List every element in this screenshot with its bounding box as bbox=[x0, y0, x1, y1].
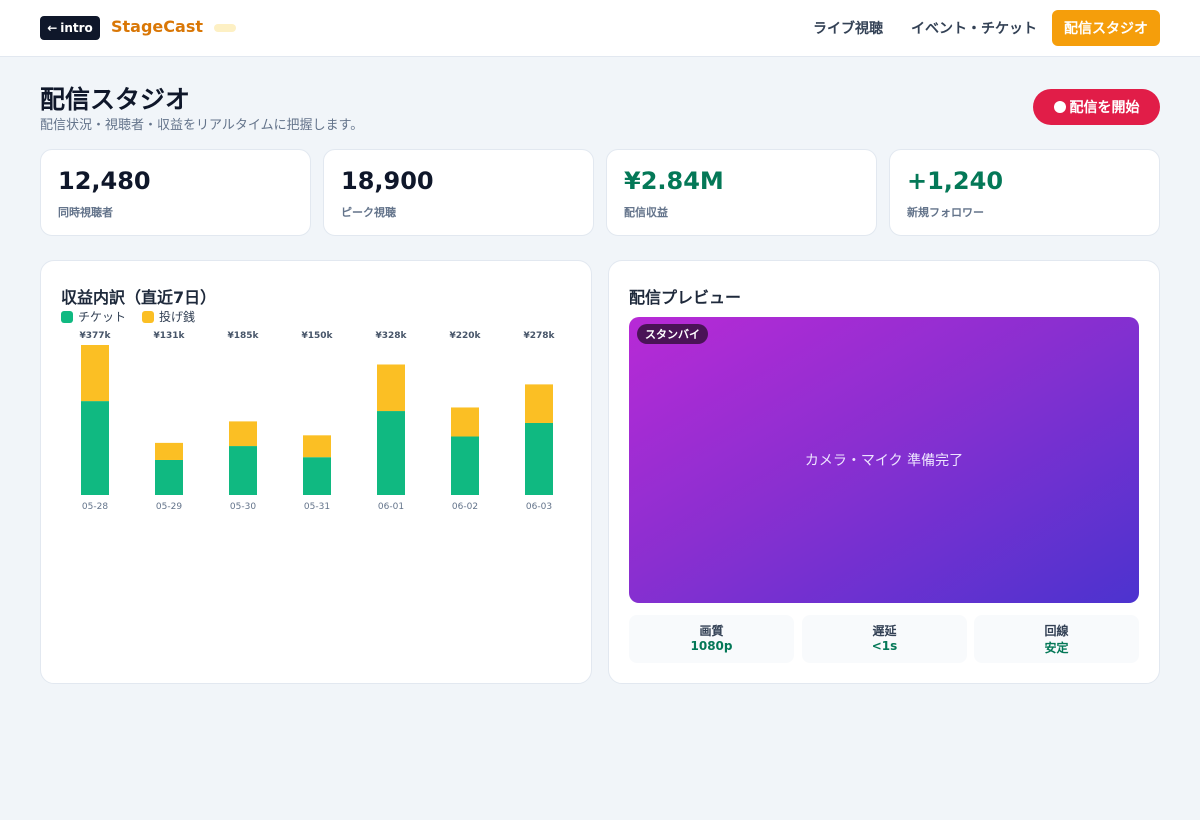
info-value: <1s bbox=[871, 639, 898, 653]
bar-ticket-05-31 bbox=[303, 457, 331, 495]
bar-tip-05-30 bbox=[229, 421, 257, 447]
stat-label: ピーク視聴 bbox=[341, 206, 396, 219]
back-button-label: intro bbox=[60, 21, 93, 35]
start-stream-label: 配信を開始 bbox=[1069, 100, 1140, 116]
bar-tip-06-02 bbox=[451, 407, 479, 437]
back-button[interactable]: ← intro bbox=[40, 16, 100, 40]
x-tick-label: 05-31 bbox=[304, 502, 330, 512]
bar-total-label: ¥131k bbox=[153, 331, 185, 341]
x-tick-label: 05-30 bbox=[230, 502, 256, 512]
bar-tip-05-29 bbox=[155, 442, 183, 460]
preview-status-message: カメラ・マイク 準備完了 bbox=[804, 453, 964, 469]
top-bar: ← intro StageCast ライブ視聴 イベント・チケット 配信スタジオ bbox=[0, 0, 1200, 57]
stat-card-revenue: ¥2.84M 配信収益 bbox=[606, 149, 877, 236]
stat-label: 同時視聴者 bbox=[58, 206, 113, 219]
nav-studio-active[interactable]: 配信スタジオ bbox=[1052, 10, 1160, 46]
bar-tip-06-03 bbox=[525, 384, 553, 423]
info-quality: 画質 1080p bbox=[629, 615, 794, 663]
bar-ticket-06-01 bbox=[377, 411, 405, 495]
bar-ticket-05-28 bbox=[81, 401, 109, 495]
info-connection: 回線 安定 bbox=[974, 615, 1139, 663]
x-tick-label: 05-28 bbox=[82, 502, 108, 512]
standby-badge: スタンバイ bbox=[637, 324, 708, 344]
stat-card-peak-viewers: 18,900 ピーク視聴 bbox=[323, 149, 594, 236]
stat-value: 18,900 bbox=[341, 167, 434, 195]
info-value: 1080p bbox=[690, 639, 733, 653]
stat-card-concurrent-viewers: 12,480 同時視聴者 bbox=[40, 149, 311, 236]
revenue-chart-panel: 収益内訳（直近7日） チケット 投げ銭 ¥377k 05-28 ¥131k 05-29… bbox=[40, 260, 592, 684]
nav-live-viewing[interactable]: ライブ視聴 bbox=[813, 18, 883, 38]
start-stream-button[interactable]: 配信を開始 bbox=[1033, 89, 1160, 125]
info-label: 回線 bbox=[1044, 624, 1069, 638]
bar-total-label: ¥185k bbox=[227, 331, 259, 341]
stat-value: 12,480 bbox=[58, 167, 151, 195]
bar-ticket-06-03 bbox=[525, 422, 553, 495]
record-dot-icon bbox=[1053, 101, 1066, 113]
stream-preview-video[interactable]: スタンバイ カメラ・マイク 準備完了 bbox=[629, 317, 1139, 603]
x-tick-label: 05-29 bbox=[156, 502, 182, 512]
stat-label: 新規フォロワー bbox=[907, 206, 984, 219]
bar-total-label: ¥278k bbox=[523, 331, 555, 341]
x-tick-label: 06-03 bbox=[526, 502, 552, 512]
info-value: 安定 bbox=[1044, 641, 1069, 655]
bar-ticket-06-02 bbox=[451, 436, 479, 495]
bar-total-label: ¥328k bbox=[375, 331, 407, 341]
stat-value: ¥2.84M bbox=[624, 167, 724, 195]
bar-total-label: ¥377k bbox=[79, 331, 111, 341]
arrow-left-icon: ← bbox=[47, 21, 58, 35]
revenue-bar-chart: ¥377k 05-28 ¥131k 05-29 ¥185k 05-30 ¥150k 05-31… bbox=[79, 331, 555, 512]
stat-card-new-followers: +1,240 新規フォロワー bbox=[889, 149, 1160, 236]
bar-ticket-05-29 bbox=[155, 459, 183, 495]
brand-pill-decoration bbox=[214, 24, 236, 32]
bar-ticket-05-30 bbox=[229, 446, 257, 495]
info-label: 画質 bbox=[699, 624, 724, 638]
page-subtitle: 配信状況・視聴者・収益をリアルタイムに把握します。 bbox=[40, 118, 364, 133]
preview-title: 配信プレビュー bbox=[629, 288, 742, 307]
stat-value: +1,240 bbox=[907, 167, 1004, 195]
bar-total-label: ¥220k bbox=[449, 331, 481, 341]
brand-logo[interactable]: StageCast bbox=[111, 17, 203, 36]
bar-tip-05-31 bbox=[303, 435, 331, 458]
info-label: 遅延 bbox=[872, 624, 897, 638]
nav-events-tickets[interactable]: イベント・チケット bbox=[911, 18, 1037, 38]
bar-tip-06-01 bbox=[377, 364, 405, 412]
x-tick-label: 06-01 bbox=[378, 502, 404, 512]
page-title: 配信スタジオ bbox=[40, 85, 191, 114]
stat-label: 配信収益 bbox=[624, 206, 668, 219]
bar-tip-05-28 bbox=[81, 345, 109, 402]
x-tick-label: 06-02 bbox=[452, 502, 478, 512]
stream-preview-panel: 配信プレビュー スタンバイ カメラ・マイク 準備完了 画質 1080p 遅延 <… bbox=[608, 260, 1160, 684]
bar-total-label: ¥150k bbox=[301, 331, 333, 341]
info-latency: 遅延 <1s bbox=[802, 615, 967, 663]
